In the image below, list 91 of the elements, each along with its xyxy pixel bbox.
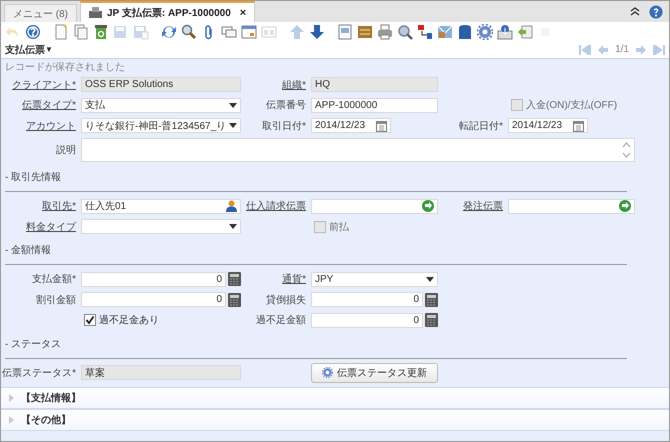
document-icon[interactable] — [337, 24, 353, 40]
arrow-circle-icon[interactable] — [422, 200, 434, 212]
trash-icon[interactable] — [93, 24, 109, 40]
calendar-icon[interactable] — [241, 24, 257, 40]
readonly-field: HQ — [311, 77, 438, 92]
field-link[interactable]: 料金タイプ — [26, 222, 76, 233]
help-icon[interactable] — [649, 4, 663, 18]
help-icon[interactable] — [25, 24, 41, 40]
number-field[interactable]: 0 — [81, 272, 226, 287]
field-label: 貸倒損失 — [266, 294, 306, 306]
field-link[interactable]: クライアント* — [12, 80, 76, 91]
field-link[interactable]: 仕入請求伝票 — [246, 201, 306, 212]
number-field[interactable]: 0 — [81, 292, 226, 308]
gear-icon[interactable] — [477, 24, 493, 40]
dropdown-field[interactable]: JPY — [311, 272, 438, 287]
calculator-icon[interactable] — [228, 272, 241, 286]
person-icon[interactable] — [226, 200, 237, 212]
section-title: 【その他】 — [21, 414, 71, 427]
import-icon[interactable] — [517, 24, 533, 40]
gear-icon — [322, 367, 333, 378]
tab[interactable]: メニュー (8) — [4, 4, 77, 22]
export-icon[interactable] — [497, 24, 513, 40]
double-chevron-icon[interactable] — [630, 7, 640, 16]
chat-icon[interactable] — [221, 24, 237, 40]
zoom-icon[interactable] — [397, 24, 413, 40]
status-message: レコードが保存されました — [4, 60, 126, 74]
close-button[interactable]: × — [240, 6, 246, 18]
caret-icon — [229, 123, 238, 128]
readonly-field: OSS ERP Solutions — [81, 77, 241, 92]
dropdown-field[interactable]: 支払 — [81, 98, 241, 113]
section-heading: - ステータス — [4, 338, 62, 352]
checkbox-label: 前払 — [329, 220, 349, 234]
box-icon[interactable] — [457, 24, 473, 40]
field-link[interactable]: アカウント — [26, 120, 76, 132]
date-field[interactable]: 2014/12/23 — [311, 118, 391, 134]
page-icon[interactable] — [53, 24, 69, 40]
caret-icon — [229, 102, 237, 108]
number-field[interactable]: 0 — [311, 292, 423, 308]
calendar-icon[interactable] — [376, 120, 387, 132]
calculator-icon[interactable] — [425, 292, 438, 307]
dropdown-field[interactable]: りそな銀行-神田-普1234567_り — [81, 118, 241, 134]
checkbox[interactable] — [84, 314, 96, 326]
number-field[interactable]: 0 — [311, 312, 423, 328]
breadcrumb[interactable]: 支払伝票 — [5, 42, 45, 57]
field-label: 転記日付* — [459, 120, 503, 132]
caret-icon — [229, 224, 237, 230]
lookup-field[interactable] — [311, 198, 438, 214]
field-link[interactable]: 通貨* — [282, 274, 306, 286]
record-position: 1/1 — [615, 44, 629, 56]
checkbox-label: 過不足金あり — [99, 314, 159, 328]
arrow-circle-icon[interactable] — [619, 200, 631, 212]
caret-icon — [426, 276, 434, 282]
calculator-icon[interactable] — [228, 292, 241, 307]
caret-icon[interactable]: ▼ — [45, 45, 53, 54]
calendar-icon[interactable] — [573, 120, 584, 132]
collapsible-section[interactable]: 【支払情報】 — [1, 387, 669, 409]
search-icon[interactable] — [181, 24, 197, 40]
input-field[interactable]: APP-1000000 — [311, 98, 438, 113]
flow-icon[interactable] — [417, 24, 433, 40]
device-icon — [89, 7, 102, 18]
tab-label: JP 支払伝票: APP-1000000 — [107, 6, 231, 20]
update-status-button[interactable]: 伝票ステータス更新 — [311, 362, 438, 383]
readonly-field: 草案 — [81, 365, 241, 380]
section-heading: - 取引先情報 — [4, 170, 62, 185]
section-title: 【支払情報】 — [21, 392, 81, 405]
field-link[interactable]: 取引先* — [42, 201, 76, 212]
tab-label: メニュー (8) — [13, 8, 68, 20]
dropdown-field[interactable] — [81, 219, 241, 234]
field-label: 支払金額* — [32, 274, 76, 286]
collapsible-section[interactable]: 【その他】 — [1, 409, 669, 431]
field-label: 割引金額 — [36, 294, 76, 306]
printer-icon[interactable] — [377, 24, 393, 40]
field-label: 説明 — [56, 145, 76, 156]
field-label: 伝票番号 — [266, 100, 306, 112]
lookup-field[interactable]: 仕入先01 — [81, 198, 241, 214]
section-heading: - 金額情報 — [4, 244, 52, 258]
field-label: 伝票ステータス* — [2, 368, 76, 379]
field-link[interactable]: 伝票タイプ* — [22, 100, 76, 112]
field-label: 取引日付* — [262, 120, 306, 132]
cabinet-icon[interactable] — [357, 24, 373, 40]
field-link[interactable]: 発注伝票 — [463, 201, 503, 212]
down-arrow-icon[interactable] — [309, 24, 325, 40]
field-link[interactable]: 組織* — [282, 80, 306, 91]
date-field[interactable]: 2014/12/23 — [508, 118, 588, 134]
tab[interactable]: JP 支払伝票: APP-1000000 × — [80, 1, 256, 22]
calculator-icon[interactable] — [425, 313, 438, 328]
checkbox-label: 入金(ON)/支払(OFF) — [526, 98, 618, 112]
scroll-arrows-icon[interactable] — [622, 141, 631, 159]
refresh-icon[interactable] — [161, 24, 177, 40]
field-label: 過不足金額 — [256, 315, 306, 326]
lookup-field[interactable] — [508, 198, 635, 214]
